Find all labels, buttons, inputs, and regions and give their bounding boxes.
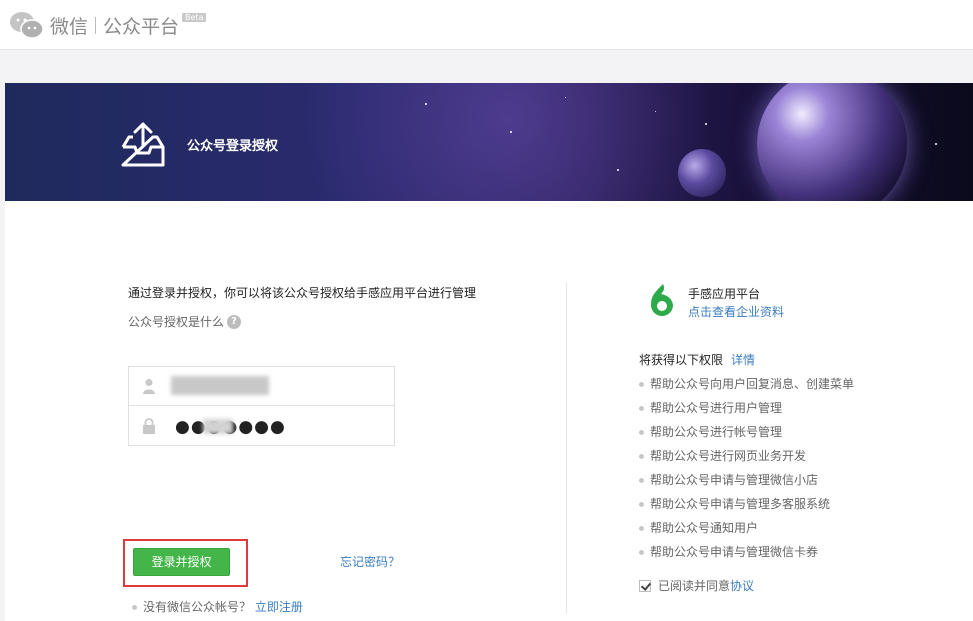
list-item: 帮助公众号进行网页业务开发 [639, 444, 854, 468]
beta-badge: Beta [182, 13, 207, 22]
auth-card: 公众号登录授权 通过登录并授权，你可以将该公众号授权给手感应用平台进行管理 公众… [5, 83, 973, 621]
star [617, 169, 619, 171]
permissions-list: 帮助公众号向用户回复消息、创建菜单 帮助公众号进行用户管理 帮助公众号进行帐号管… [639, 372, 854, 564]
permissions-title: 将获得以下权限 [639, 353, 724, 367]
list-item: 帮助公众号申请与管理多客服系统 [639, 492, 854, 516]
banner-title: 公众号登录授权 [187, 139, 279, 154]
bullet-dot [639, 526, 644, 531]
redacted-password [203, 419, 233, 434]
login-form: ●●●●●●● [128, 366, 395, 446]
redacted-account [171, 376, 269, 395]
logo-divider [95, 16, 97, 34]
what-is-auth-link[interactable]: 公众号授权是什么 ? [128, 313, 242, 330]
agreement-text: 已阅读并同意 [658, 579, 731, 593]
question-icon[interactable]: ? [227, 314, 242, 329]
bullet-dot [132, 605, 137, 610]
planet-small [678, 149, 726, 197]
agreement-link[interactable]: 协议 [730, 577, 754, 594]
bullet-dot [639, 550, 644, 555]
bullet-dot [639, 430, 644, 435]
permission-text: 帮助公众号申请与管理多客服系统 [650, 497, 831, 511]
permission-text: 帮助公众号向用户回复消息、创建菜单 [650, 377, 855, 391]
star [655, 111, 656, 112]
permissions-heading: 将获得以下权限 详情 [639, 351, 755, 368]
list-item: 帮助公众号通知用户 [639, 516, 854, 540]
bullet-dot [639, 478, 644, 483]
lock-icon [143, 418, 155, 434]
bullet-dot [639, 454, 644, 459]
user-icon [143, 379, 155, 394]
top-header: 微信 公众平台 Beta [0, 0, 973, 50]
permissions-details-link[interactable]: 详情 [731, 353, 755, 367]
star [705, 123, 707, 125]
platform-name: 公众平台 [103, 15, 180, 38]
permission-text: 帮助公众号进行用户管理 [650, 401, 783, 415]
intro-text: 通过登录并授权，你可以将该公众号授权给手感应用平台进行管理 [128, 286, 477, 300]
no-account-text: 没有微信公众帐号？ [143, 600, 252, 614]
wechat-logo[interactable]: 微信 公众平台 Beta [8, 8, 207, 42]
forgot-password-link[interactable]: 忘记密码？ [340, 553, 400, 570]
bullet-dot [639, 382, 644, 387]
permission-text: 帮助公众号通知用户 [650, 521, 759, 535]
star [935, 143, 937, 145]
list-item: 帮助公众号进行帐号管理 [639, 420, 854, 444]
agreement-row: 已阅读并同意 协议 [639, 577, 754, 594]
account-input[interactable] [129, 367, 394, 406]
login-authorize-button[interactable]: 登录并授权 [133, 548, 230, 576]
permission-text: 帮助公众号进行帐号管理 [650, 425, 783, 439]
planet-large [757, 83, 907, 201]
banner: 公众号登录授权 [5, 83, 973, 201]
wechat-logo-icon [10, 12, 44, 39]
list-item: 帮助公众号申请与管理微信小店 [639, 468, 854, 492]
permission-text: 帮助公众号申请与管理微信小店 [650, 473, 819, 487]
star [510, 131, 512, 133]
bullet-dot [639, 502, 644, 507]
agreement-checkbox[interactable] [639, 579, 651, 592]
what-is-auth-label: 公众号授权是什么 [128, 315, 225, 329]
column-divider [566, 283, 567, 613]
upload-tray-icon [121, 122, 165, 167]
list-item: 帮助公众号向用户回复消息、创建菜单 [639, 372, 854, 396]
permission-text: 帮助公众号申请与管理微信卡券 [650, 545, 819, 559]
star [425, 103, 427, 105]
star [565, 97, 566, 98]
permission-text: 帮助公众号进行网页业务开发 [650, 449, 807, 463]
app-logo-icon [650, 284, 673, 317]
logo-text: 微信 [50, 15, 89, 38]
list-item: 帮助公众号进行用户管理 [639, 396, 854, 420]
list-item: 帮助公众号申请与管理微信卡券 [639, 540, 854, 564]
no-account-row: 没有微信公众帐号？ 立即注册 [132, 598, 303, 615]
password-input[interactable]: ●●●●●●● [129, 407, 394, 446]
bullet-dot [639, 406, 644, 411]
app-name: 手感应用平台 [688, 287, 761, 301]
register-link[interactable]: 立即注册 [255, 600, 303, 614]
company-profile-link[interactable]: 点击查看企业资料 [688, 303, 784, 320]
